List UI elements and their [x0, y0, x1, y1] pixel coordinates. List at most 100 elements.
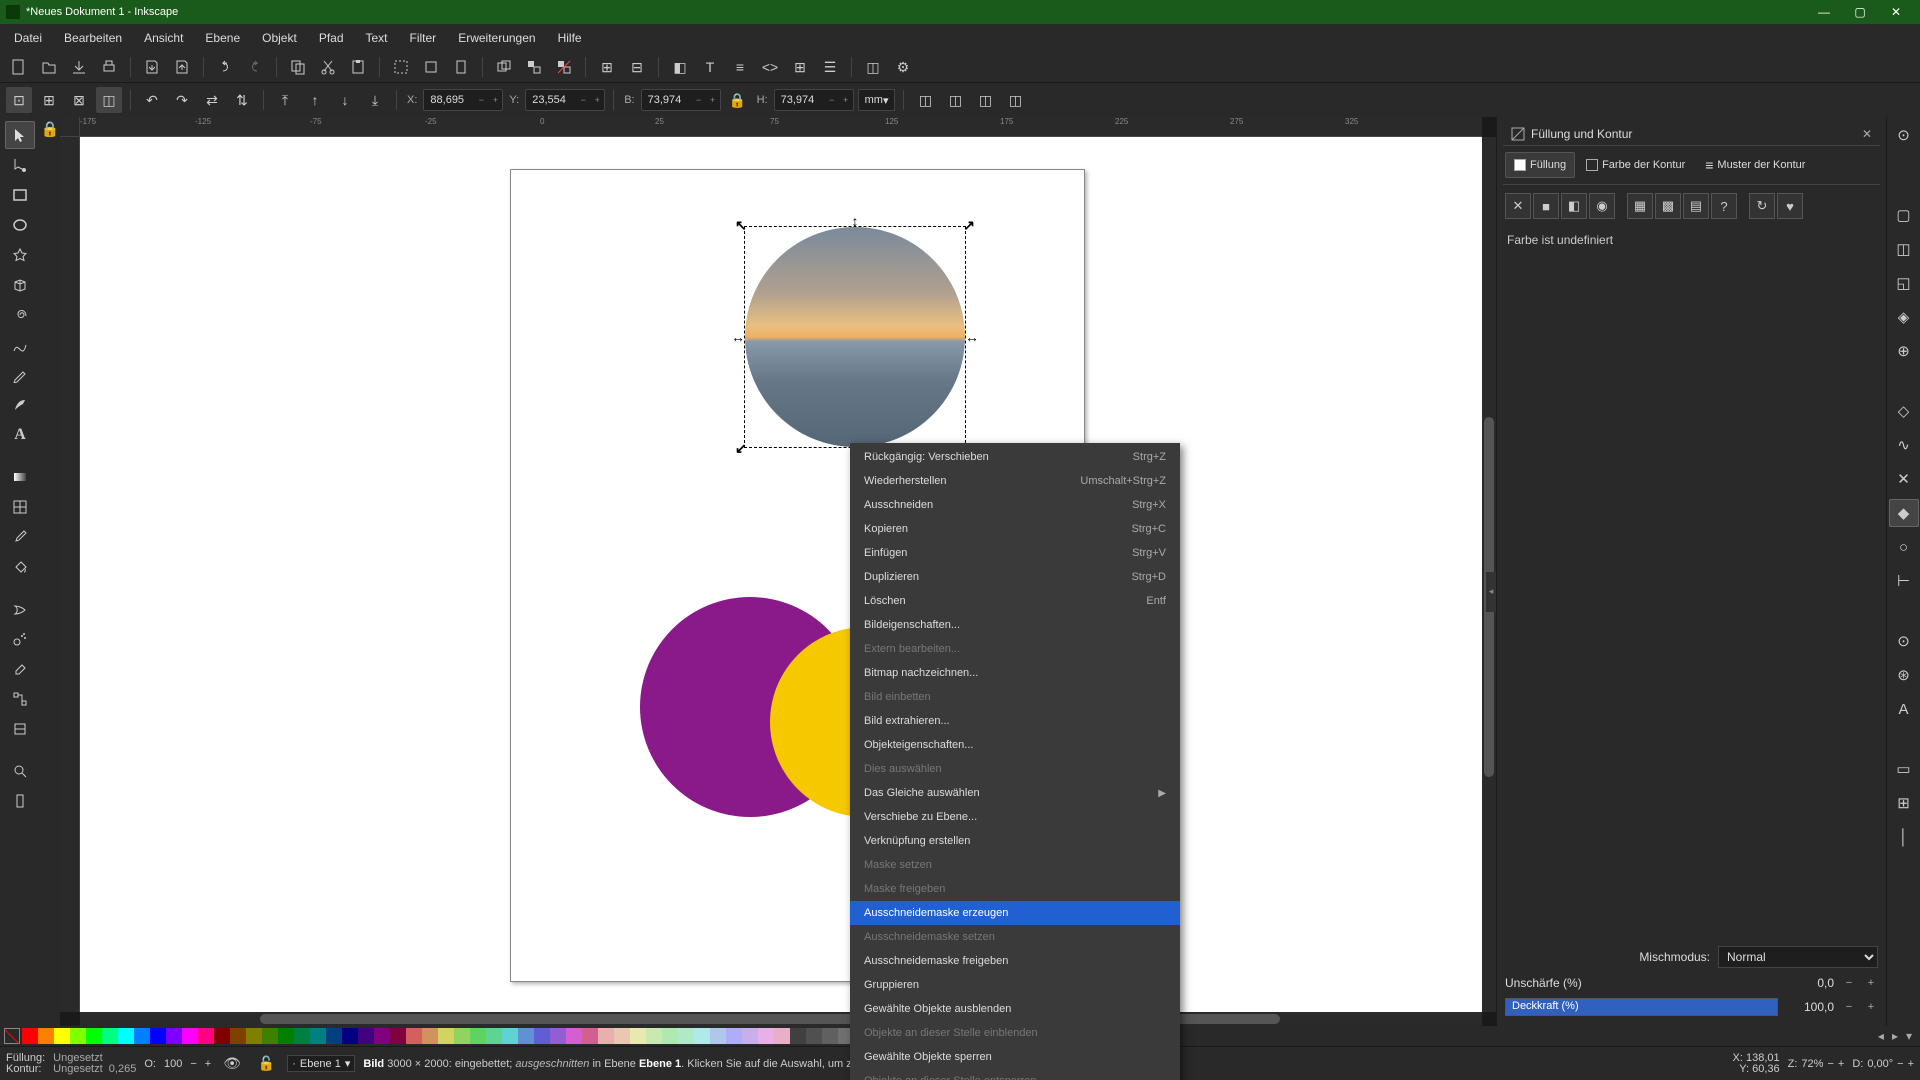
spray-tool[interactable] [5, 625, 35, 653]
ruler-horizontal[interactable]: -175-125-75-2502575125175225275325 [80, 117, 1482, 137]
lower-bottom-icon[interactable]: ⤓ [362, 87, 388, 113]
lower-icon[interactable]: ↓ [332, 87, 358, 113]
snap-guide-icon[interactable]: │ [1889, 823, 1919, 851]
tweak-tool[interactable] [5, 595, 35, 623]
blur-decrement[interactable]: − [1842, 977, 1856, 989]
palette-swatch[interactable] [758, 1028, 774, 1044]
palette-swatch[interactable] [54, 1028, 70, 1044]
palette-swatch[interactable] [726, 1028, 742, 1044]
snap-text-icon[interactable]: A [1889, 695, 1919, 723]
sub-tab-stroke-paint[interactable]: Farbe der Kontur [1577, 152, 1694, 178]
palette-swatch[interactable] [790, 1028, 806, 1044]
save-icon[interactable] [66, 54, 92, 80]
zoom-tool[interactable] [5, 757, 35, 785]
calligraphy-tool[interactable] [5, 391, 35, 419]
redo-icon[interactable] [242, 54, 268, 80]
menu-pfad[interactable]: Pfad [309, 27, 354, 49]
palette-swatch[interactable] [406, 1028, 422, 1044]
palette-scroll-right[interactable]: ▸ [1888, 1029, 1902, 1043]
palette-swatch[interactable] [214, 1028, 230, 1044]
star-tool[interactable] [5, 241, 35, 269]
unlink-clone-icon[interactable] [551, 54, 577, 80]
ctx-ausschneidemaske-erzeugen[interactable]: Ausschneidemaske erzeugen [850, 901, 1180, 925]
box3d-tool[interactable] [5, 271, 35, 299]
raise-icon[interactable]: ↑ [302, 87, 328, 113]
palette-swatch[interactable] [102, 1028, 118, 1044]
menu-objekt[interactable]: Objekt [252, 27, 307, 49]
select-all-layers-icon[interactable]: ⊡ [6, 87, 32, 113]
zoom-out[interactable]: − [1827, 1058, 1833, 1070]
ctx-kopieren[interactable]: KopierenStrg+C [850, 517, 1180, 541]
canvas-viewport[interactable]: ↖ ↕ ↗ ↔ ↔ ↙ ↕ ↘ [80, 137, 1482, 1012]
ctx-verschiebe-zu-ebene-[interactable]: Verschiebe zu Ebene... [850, 805, 1180, 829]
side-toggle[interactable]: ◂ [1486, 572, 1496, 612]
snap-smooth-icon[interactable]: ○ [1889, 533, 1919, 561]
palette-swatch[interactable] [678, 1028, 694, 1044]
menu-hilfe[interactable]: Hilfe [548, 27, 592, 49]
node-tool[interactable] [5, 151, 35, 179]
deselect-icon[interactable]: ⊠ [66, 87, 92, 113]
menu-bearbeiten[interactable]: Bearbeiten [54, 27, 132, 49]
y-field[interactable]: 23,554−+ [525, 89, 605, 111]
menu-datei[interactable]: Datei [4, 27, 52, 49]
paintbucket-tool[interactable] [5, 553, 35, 581]
ellipse-tool[interactable] [5, 211, 35, 239]
palette-swatch[interactable] [710, 1028, 726, 1044]
snap-object-center-icon[interactable]: ⊙ [1889, 627, 1919, 655]
fill-pattern-button[interactable]: ▩ [1655, 193, 1681, 219]
fill-swatch-button[interactable]: ▤ [1683, 193, 1709, 219]
rot-dec[interactable]: − [1897, 1058, 1903, 1070]
text-tool[interactable]: A [5, 421, 35, 449]
selector-tool[interactable] [5, 121, 35, 149]
bezier-tool[interactable] [5, 331, 35, 359]
palette-swatch[interactable] [374, 1028, 390, 1044]
zoom-in[interactable]: + [1838, 1058, 1844, 1070]
fill-heart-button[interactable]: ♥ [1777, 193, 1803, 219]
palette-swatch[interactable] [166, 1028, 182, 1044]
palette-swatch[interactable] [646, 1028, 662, 1044]
fill-mesh-button[interactable]: ▦ [1627, 193, 1653, 219]
palette-swatch[interactable] [694, 1028, 710, 1044]
cut-icon[interactable] [315, 54, 341, 80]
fill-stroke-icon[interactable]: ◧ [667, 54, 693, 80]
palette-swatch[interactable] [230, 1028, 246, 1044]
text-icon[interactable]: T [697, 54, 723, 80]
palette-swatch[interactable] [294, 1028, 310, 1044]
rotate-cw-icon[interactable]: ↷ [169, 87, 195, 113]
measure-tool[interactable] [5, 787, 35, 815]
snap-bbox-icon[interactable]: ▢ [1889, 201, 1919, 229]
menu-filter[interactable]: Filter [400, 27, 447, 49]
palette-swatch[interactable] [502, 1028, 518, 1044]
raise-top-icon[interactable]: ⤒ [272, 87, 298, 113]
palette-swatch[interactable] [390, 1028, 406, 1044]
flip-h-icon[interactable]: ⇄ [199, 87, 225, 113]
new-icon[interactable] [6, 54, 32, 80]
ctx-einf-gen[interactable]: EinfügenStrg+V [850, 541, 1180, 565]
move-gradients-icon[interactable]: ◫ [972, 87, 998, 113]
snap-rotation-icon[interactable]: ⊛ [1889, 661, 1919, 689]
snap-intersect-icon[interactable]: ✕ [1889, 465, 1919, 493]
panel-tab[interactable]: Füllung und Kontur ✕ [1503, 123, 1880, 146]
opacity-status-dec[interactable]: − [190, 1058, 196, 1070]
ctx-ausschneiden[interactable]: AusschneidenStrg+X [850, 493, 1180, 517]
opacity-value[interactable]: 100,0 [1786, 1000, 1834, 1014]
palette-swatch[interactable] [38, 1028, 54, 1044]
palette-swatch[interactable] [630, 1028, 646, 1044]
palette-swatch[interactable] [566, 1028, 582, 1044]
snap-path-icon[interactable]: ∿ [1889, 431, 1919, 459]
opacity-increment[interactable]: + [1864, 1001, 1878, 1013]
snap-node-icon[interactable]: ◇ [1889, 397, 1919, 425]
mesh-tool[interactable] [5, 493, 35, 521]
canvas-area[interactable]: -175-125-75-2502575125175225275325 ↖ ↕ ↗… [60, 117, 1496, 1026]
palette-swatch[interactable] [582, 1028, 598, 1044]
fill-radial-button[interactable]: ◉ [1589, 193, 1615, 219]
toggle-bbox-icon[interactable]: ◫ [96, 87, 122, 113]
palette-swatch[interactable] [598, 1028, 614, 1044]
palette-swatch[interactable] [86, 1028, 102, 1044]
zoom-selection-icon[interactable] [388, 54, 414, 80]
menu-ebene[interactable]: Ebene [195, 27, 250, 49]
copy-icon[interactable] [285, 54, 311, 80]
clone-icon[interactable] [521, 54, 547, 80]
snap-cusp-icon[interactable]: ◆ [1889, 499, 1919, 527]
palette-swatch[interactable] [342, 1028, 358, 1044]
